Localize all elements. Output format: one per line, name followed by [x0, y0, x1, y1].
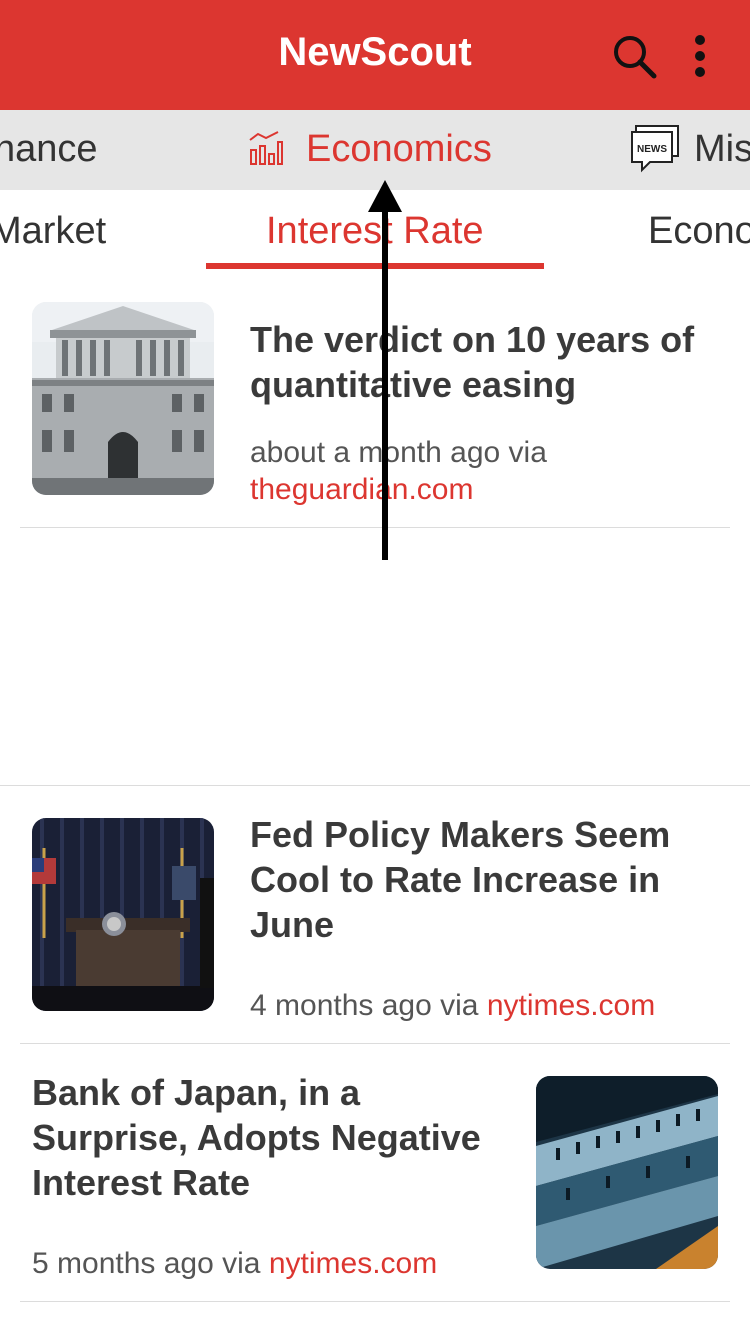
- article-thumbnail: [32, 818, 214, 1011]
- article-card[interactable]: Fed Policy Makers Seem Cool to Rate Incr…: [0, 786, 750, 1042]
- article-source-link[interactable]: nytimes.com: [487, 989, 655, 1022]
- article-card[interactable]: Bank of Japan, in a Surprise, Adopts Neg…: [0, 1044, 750, 1300]
- article-thumbnail: [536, 1076, 718, 1269]
- subcategory-tab-economy[interactable]: Econo: [648, 210, 750, 253]
- app-header: NewScout: [0, 0, 750, 110]
- article-title-line: The verdict on 10 years of: [250, 319, 695, 360]
- article-title-line: quantitative easing: [250, 364, 577, 405]
- divider: [20, 1301, 730, 1302]
- article-time: 4 months ago via: [250, 989, 479, 1022]
- article-source-link[interactable]: nytimes.com: [269, 1247, 437, 1280]
- active-tab-indicator: [206, 263, 544, 269]
- article-title-line: Bank of Japan, in a: [32, 1072, 361, 1113]
- article-title-line: Fed Policy Makers Seem: [250, 814, 671, 855]
- category-tab-label: Mis: [694, 128, 750, 170]
- economics-chart-icon: [249, 131, 283, 165]
- subcategory-tab-market[interactable]: Market: [0, 210, 106, 253]
- subcategory-tab-interest-rate[interactable]: Interest Rate: [266, 210, 484, 253]
- article-title: The verdict on 10 years of quantitative …: [250, 317, 694, 407]
- news-icon-text: NEWS: [637, 144, 667, 155]
- article-meta: 4 months ago via nytimes.com: [250, 987, 655, 1024]
- article-title: Fed Policy Makers Seem Cool to Rate Incr…: [250, 812, 670, 947]
- category-tab-finance[interactable]: nance: [0, 128, 98, 171]
- article-time: 5 months ago via: [32, 1247, 261, 1280]
- more-options-icon[interactable]: [684, 32, 716, 80]
- article-title-line: Interest Rate: [32, 1162, 251, 1203]
- ad-placeholder: [0, 528, 750, 784]
- article-meta: about a month ago via theguardian.com: [250, 434, 547, 508]
- article-title-line: Cool to Rate Increase in: [250, 859, 661, 900]
- news-icon: NEWS: [631, 125, 679, 173]
- article-title-line: June: [250, 904, 335, 945]
- subcategory-bar: Market Interest Rate Econo: [0, 190, 750, 270]
- article-card[interactable]: The verdict on 10 years of quantitative …: [0, 290, 750, 528]
- category-bar: nance Economics NEWS Mis: [0, 110, 750, 190]
- article-thumbnail: [32, 302, 214, 495]
- article-title: Bank of Japan, in a Surprise, Adopts Neg…: [32, 1070, 481, 1205]
- article-meta: 5 months ago via nytimes.com: [32, 1245, 437, 1282]
- search-icon[interactable]: [610, 32, 658, 80]
- article-source-link[interactable]: theguardian.com: [250, 471, 547, 508]
- category-tab-label: Economics: [306, 128, 492, 170]
- article-title-line: Surprise, Adopts Negative: [32, 1117, 481, 1158]
- article-time: about a month ago via: [250, 436, 547, 469]
